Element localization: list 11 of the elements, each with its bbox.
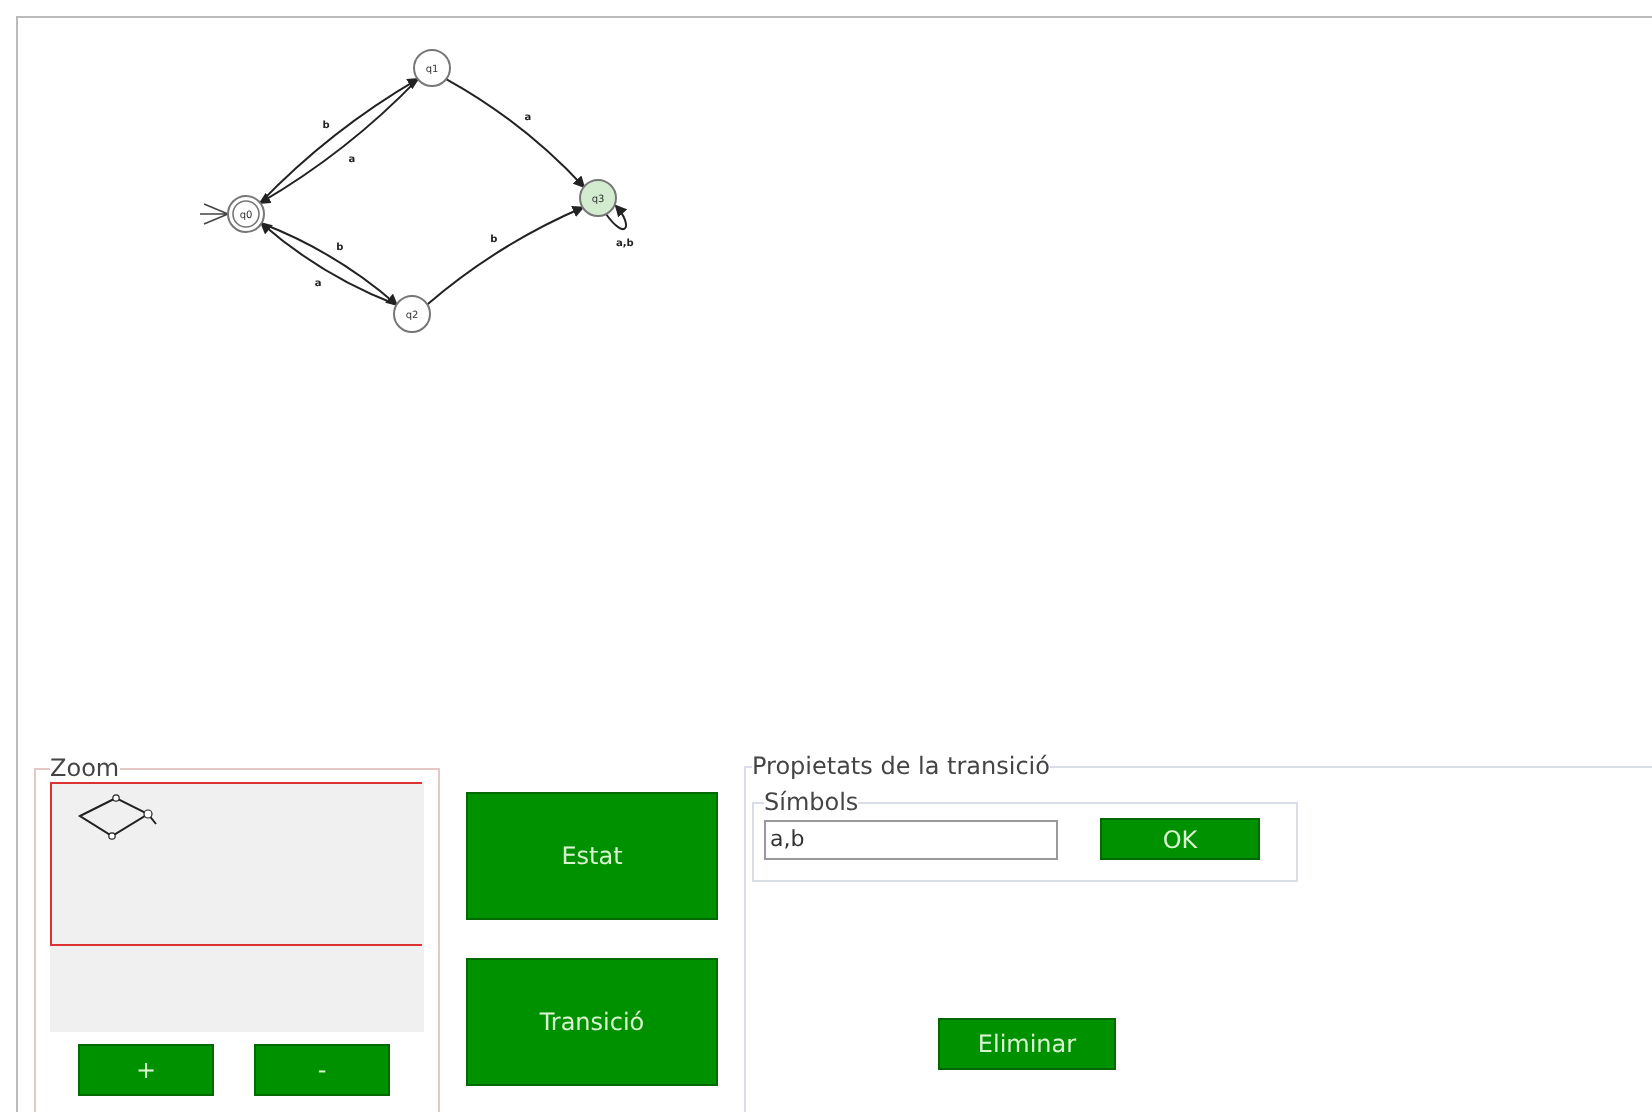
tool-button[interactable]: Estat (466, 792, 718, 920)
symbols-group-title: Símbols (764, 790, 859, 814)
zoom-in-button[interactable]: + (78, 1044, 214, 1096)
delete-button[interactable]: Eliminar (938, 1018, 1116, 1070)
symbols-input[interactable]: a,b (764, 819, 1058, 859)
tool-button[interactable]: Transició (466, 958, 718, 1086)
zoom-panel-title: Zoom (50, 756, 120, 780)
properties-panel-title: Propietats de la transició (752, 754, 1050, 778)
ok-button[interactable]: OK (1100, 818, 1260, 860)
zoom-out-button[interactable]: - (254, 1044, 390, 1096)
zoom-preview[interactable] (50, 782, 424, 1032)
